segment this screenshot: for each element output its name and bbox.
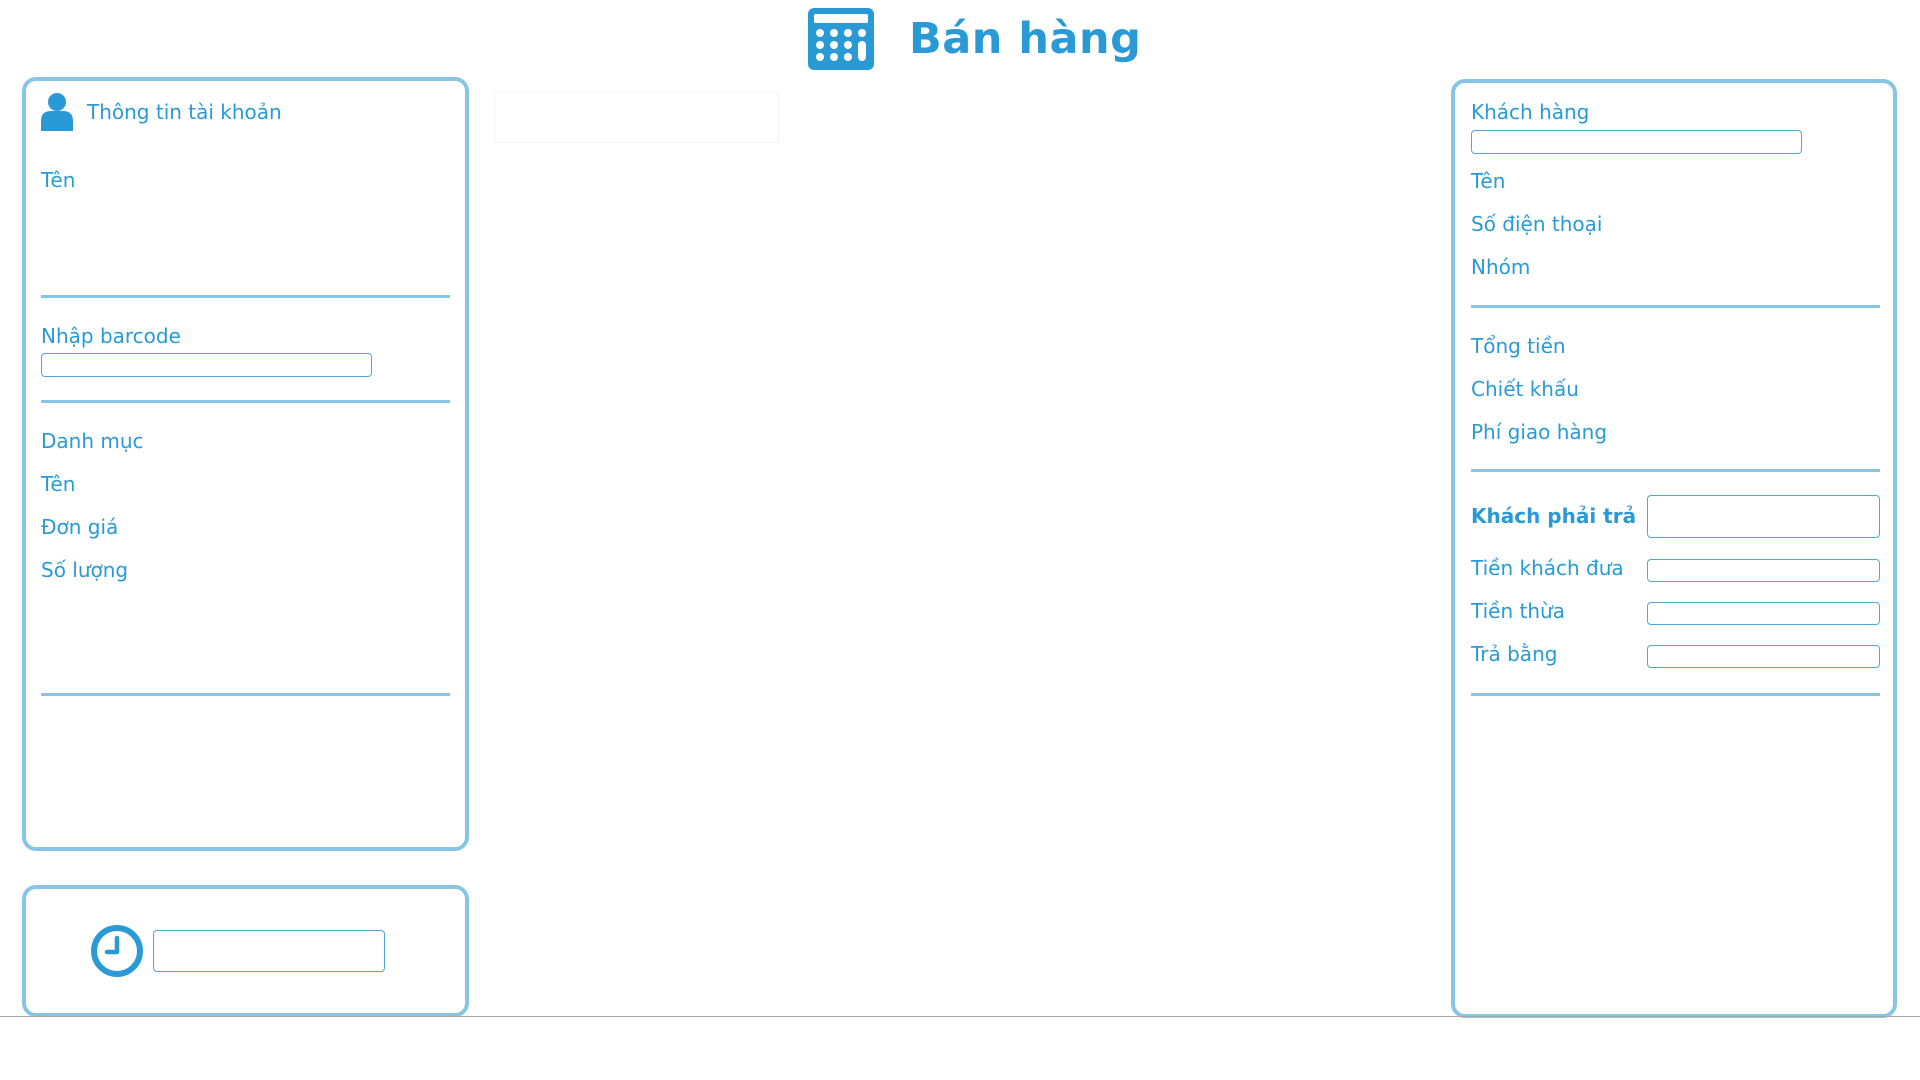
account-panel: Thông tin tài khoản Tên Nhập barcode Dan…	[22, 77, 469, 851]
clock-panel	[22, 885, 469, 1017]
barcode-input[interactable]	[41, 353, 372, 377]
category-label: Danh mục	[41, 429, 144, 453]
cash-received-label: Tiền khách đưa	[1471, 556, 1624, 580]
amount-due-input[interactable]	[1647, 495, 1880, 538]
customer-label: Khách hàng	[1471, 100, 1590, 124]
order-panel: Khách hàng Tên Số điện thoại Nhóm Tổng t…	[1451, 79, 1897, 1018]
calculator-icon	[808, 8, 874, 70]
customer-group-label: Nhóm	[1471, 255, 1531, 279]
payment-method-input[interactable]	[1647, 645, 1880, 668]
divider	[1471, 469, 1880, 472]
divider	[41, 295, 450, 298]
footer-divider	[0, 1016, 1920, 1017]
customer-phone-label: Số điện thoại	[1471, 212, 1603, 236]
customer-search-input[interactable]	[1471, 130, 1802, 154]
shipping-fee-label: Phí giao hàng	[1471, 420, 1608, 444]
change-label: Tiền thừa	[1471, 599, 1565, 623]
amount-due-label: Khách phải trả	[1471, 504, 1637, 528]
clock-icon	[91, 925, 143, 977]
time-input[interactable]	[153, 930, 385, 972]
content-area	[494, 92, 779, 143]
divider	[1471, 693, 1880, 696]
customer-name-label: Tên	[1471, 169, 1506, 193]
page-title: Bán hàng	[909, 14, 1142, 64]
cash-received-input[interactable]	[1647, 559, 1880, 582]
divider	[1471, 305, 1880, 308]
barcode-label: Nhập barcode	[41, 324, 181, 348]
user-icon	[41, 93, 73, 131]
account-title: Thông tin tài khoản	[87, 100, 282, 124]
unit-price-label: Đơn giá	[41, 515, 119, 539]
discount-label: Chiết khấu	[1471, 377, 1579, 401]
divider	[41, 400, 450, 403]
quantity-label: Số lượng	[41, 558, 129, 582]
change-input[interactable]	[1647, 602, 1880, 625]
divider	[41, 693, 450, 696]
payment-method-label: Trả bằng	[1471, 642, 1558, 666]
page-header: Bán hàng	[808, 8, 1141, 70]
total-label: Tổng tiền	[1471, 334, 1566, 358]
pos-page: Bán hàng Thông tin tài khoản Tên Nhập ba…	[0, 0, 1920, 1080]
product-name-label: Tên	[41, 472, 76, 496]
account-name-label: Tên	[41, 168, 76, 192]
